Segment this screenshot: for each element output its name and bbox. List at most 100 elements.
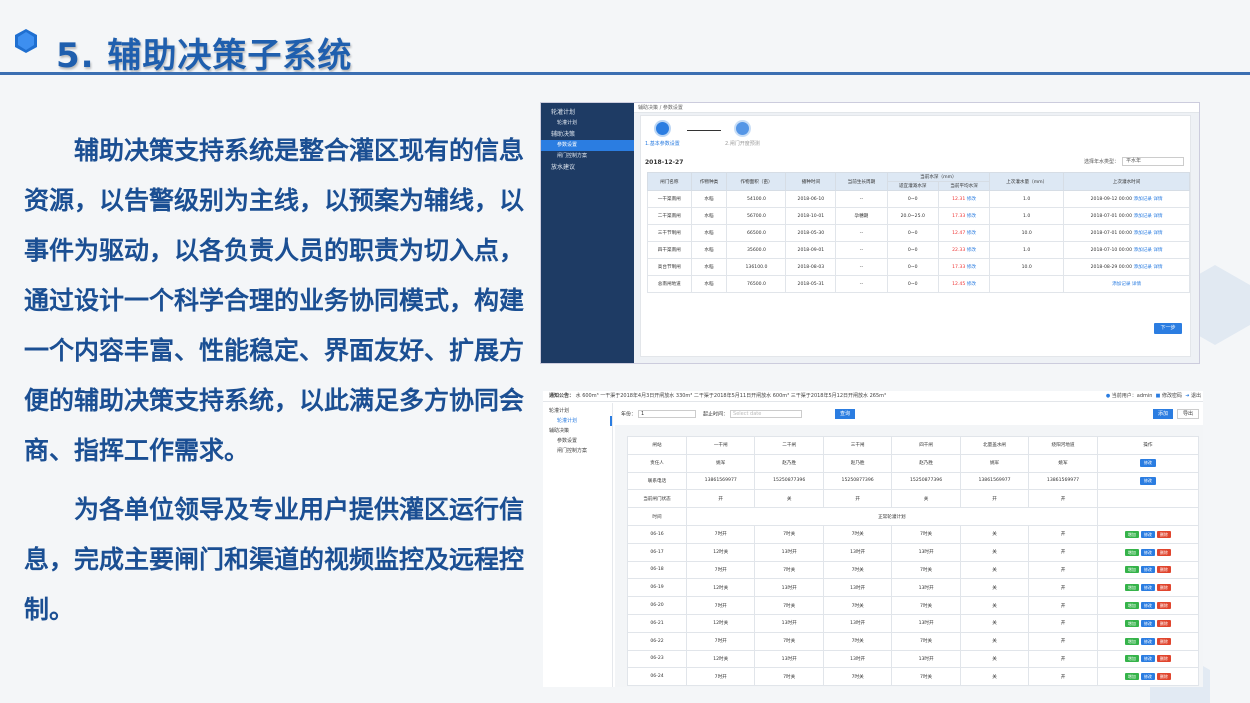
table-cell: 关 (959, 542, 1030, 562)
select-value[interactable]: 平水年 (1122, 157, 1184, 166)
table-cell: 开 (1028, 560, 1098, 580)
delete-row-button[interactable]: 删除 (1156, 566, 1171, 574)
delete-row-button[interactable]: 删除 (1156, 584, 1171, 592)
change-password-link[interactable]: 修改密码 (1162, 393, 1182, 399)
params-table: 闸门名称 作物种类 作物面积（亩） 播种时间 当前生长周期 当前水深（mm） 上… (647, 172, 1190, 293)
edit-link[interactable]: 修改 (967, 282, 976, 287)
add-record-link[interactable]: 添加记录 (1134, 197, 1152, 202)
logout-link[interactable]: 退出 (1191, 393, 1201, 399)
table-cell: 水稻 (690, 258, 728, 276)
detail-link[interactable]: 详情 (1153, 214, 1162, 219)
sidebar-item-decision[interactable]: 辅助决策 (541, 129, 634, 140)
edit-row-button[interactable]: 修改 (1140, 566, 1155, 574)
add-row-button[interactable]: 增加 (1124, 548, 1139, 556)
export-button[interactable]: 导出 (1177, 409, 1199, 419)
table-cell: 13时开 (754, 542, 824, 562)
sidebar-sub-gate-plan[interactable]: 闸门控制方案 (543, 446, 612, 456)
query-button[interactable]: 查询 (835, 409, 855, 419)
sidebar-item-rotation-plan[interactable]: 轮灌计划 (543, 406, 612, 416)
sidebar-item-decision[interactable]: 辅助决策 (543, 426, 612, 436)
add-record-link[interactable]: 添加记录 (1134, 265, 1152, 270)
year-input[interactable]: 1 (638, 410, 697, 418)
add-row-button[interactable]: 增加 (1124, 655, 1139, 663)
edit-row-button[interactable]: 修改 (1140, 637, 1155, 645)
year-type-select[interactable]: 选择年水类型： 平水年 (1084, 157, 1184, 166)
detail-link[interactable]: 详情 (1153, 231, 1162, 236)
edit-link[interactable]: 修改 (967, 231, 976, 236)
edit-row-button[interactable]: 修改 (1140, 655, 1155, 663)
edit-row-button[interactable]: 修改 (1140, 548, 1155, 556)
table-cell: 0~0 (886, 224, 939, 242)
next-step-button[interactable]: 下一步 (1154, 323, 1182, 334)
delete-row-button[interactable]: 删除 (1156, 602, 1171, 610)
table-cell: 06-17 (627, 542, 687, 562)
add-row-button[interactable]: 增加 (1124, 530, 1139, 538)
table-cell: 四干渠南闸 (647, 241, 692, 259)
edit-row-button[interactable]: 修改 (1140, 584, 1155, 592)
sidebar: 轮灌计划 轮灌计划 辅助决策 参数设置 闸门控制方案 放水建议 (541, 103, 634, 363)
edit-link[interactable]: 修改 (967, 197, 976, 202)
detail-link[interactable]: 详情 (1153, 265, 1162, 270)
add-row-button[interactable]: 增加 (1124, 619, 1139, 627)
add-record-link[interactable]: 添加记录 (1112, 282, 1130, 287)
delete-row-button[interactable]: 删除 (1156, 673, 1171, 681)
edit-row-button[interactable]: 修改 (1140, 602, 1155, 610)
step-1[interactable]: 1.基本参数设置 (645, 120, 680, 147)
op-cell: 增加 修改 删除 (1096, 596, 1200, 615)
notice-text: 水 600m³ 一干渠于2018年4月3日开闸放水 330m³ 二干渠于2018… (575, 393, 887, 399)
current-date: 2018-12-27 (645, 159, 684, 166)
col-depth: 当前水深（mm） (886, 172, 991, 182)
sidebar-sub-gate-plan[interactable]: 闸门控制方案 (541, 151, 634, 162)
table-cell: 添加记录 详情 (1063, 275, 1190, 293)
table-cell: 开 (822, 489, 893, 509)
delete-row-button[interactable]: 删除 (1156, 655, 1171, 663)
table-cell: 7时关 (822, 560, 893, 580)
table-cell: 22.33 修改 (937, 241, 991, 259)
edit-link[interactable]: 修改 (967, 265, 976, 270)
table-cell: 水稻 (690, 207, 728, 225)
table-cell: 孕穗期 (835, 207, 888, 225)
add-row-button[interactable]: 增加 (1124, 602, 1139, 610)
step-2[interactable]: 2.闸门开度预测 (725, 120, 760, 147)
sidebar-sub-params[interactable]: 参数设置 (541, 140, 634, 151)
sidebar-sub-params[interactable]: 参数设置 (543, 436, 612, 446)
detail-link[interactable]: 详情 (1132, 282, 1141, 287)
sidebar-item-rotation-plan[interactable]: 轮灌计划 (541, 107, 634, 118)
op-cell: 增加 修改 删除 (1096, 667, 1200, 687)
table-cell: 7时关 (754, 560, 824, 580)
add-row-button[interactable]: 增加 (1124, 673, 1139, 681)
user-icon: ● (1105, 393, 1111, 399)
add-row-button[interactable]: 增加 (1124, 566, 1139, 574)
edit-row-button[interactable]: 修改 (1140, 673, 1155, 681)
edit-row-button[interactable]: 修改 (1140, 619, 1155, 627)
delete-row-button[interactable]: 删除 (1156, 530, 1171, 538)
sidebar-item-water-suggest[interactable]: 放水建议 (541, 162, 634, 173)
sidebar-sub-rotation-plan[interactable]: 轮灌计划 (541, 118, 634, 129)
sidebar-sub-rotation-plan[interactable]: 轮灌计划 (543, 416, 612, 426)
last-time: 2018-09-12 00:00 (1090, 197, 1133, 202)
edit-link[interactable]: 修改 (967, 214, 976, 219)
edit-row-button[interactable]: 修改 (1140, 530, 1155, 538)
table-cell: 06-16 (627, 524, 687, 544)
table-cell: 0~0 (886, 258, 939, 276)
table-cell: -- (835, 241, 888, 259)
depth-value: 17.33 (952, 265, 966, 270)
detail-link[interactable]: 详情 (1153, 197, 1162, 202)
add-record-link[interactable]: 添加记录 (1134, 231, 1152, 236)
add-row-button[interactable]: 增加 (1124, 584, 1139, 592)
add-record-link[interactable]: 添加记录 (1134, 214, 1152, 219)
detail-link[interactable]: 详情 (1153, 248, 1162, 253)
date-input[interactable]: Select date (730, 410, 803, 418)
modify-button[interactable]: 修改 (1139, 459, 1156, 468)
delete-row-button[interactable]: 删除 (1156, 548, 1171, 556)
add-row-button[interactable]: 增加 (1124, 637, 1139, 645)
edit-link[interactable]: 修改 (967, 248, 976, 253)
delete-row-button[interactable]: 删除 (1156, 619, 1171, 627)
add-button[interactable]: 添加 (1153, 409, 1173, 419)
add-record-link[interactable]: 添加记录 (1134, 248, 1152, 253)
modify-button[interactable]: 修改 (1139, 476, 1156, 485)
table-cell: 7时关 (754, 631, 824, 651)
delete-row-button[interactable]: 删除 (1156, 637, 1171, 645)
table-cell: 联系电话 (627, 471, 687, 491)
table-cell: 13861569977 (959, 471, 1030, 491)
